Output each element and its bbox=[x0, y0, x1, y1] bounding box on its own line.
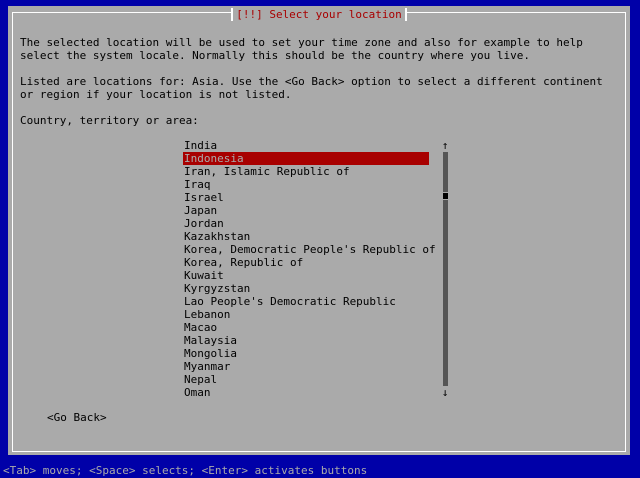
country-list-item[interactable]: India bbox=[183, 139, 429, 152]
description-line-1: The selected location will be used to se… bbox=[20, 36, 583, 49]
go-back-button[interactable]: <Go Back> bbox=[47, 411, 107, 424]
country-list-item[interactable]: Iraq bbox=[183, 178, 429, 191]
scrollbar-track[interactable] bbox=[443, 152, 448, 386]
country-list-item[interactable]: Lebanon bbox=[183, 308, 429, 321]
country-list-item[interactable]: Iran, Islamic Republic of bbox=[183, 165, 429, 178]
country-list-item[interactable]: Myanmar bbox=[183, 360, 429, 373]
dialog-titlebar: [!!] Select your location bbox=[8, 8, 630, 21]
location-dialog: [!!] Select your location The selected l… bbox=[8, 6, 630, 455]
status-bar-help-text: <Tab> moves; <Space> selects; <Enter> ac… bbox=[3, 464, 368, 477]
scrollbar-thumb[interactable] bbox=[442, 192, 449, 200]
country-list-item[interactable]: Lao People's Democratic Republic bbox=[183, 295, 429, 308]
country-list[interactable]: India Indonesia Iran, Islamic Republic of I… bbox=[183, 139, 436, 399]
country-list-item[interactable]: Nepal bbox=[183, 373, 429, 386]
dialog-title: [!!] Select your location bbox=[231, 8, 407, 21]
status-bar: <Tab> moves; <Space> selects; <Enter> ac… bbox=[0, 463, 640, 478]
country-list-item[interactable]: Japan bbox=[183, 204, 429, 217]
info-line-2: or region if your location is not listed… bbox=[20, 88, 292, 101]
country-list-item[interactable]: Jordan bbox=[183, 217, 429, 230]
country-list-item[interactable]: Kuwait bbox=[183, 269, 429, 282]
list-scrollbar[interactable]: ↑ ↓ bbox=[440, 139, 450, 399]
country-list-item[interactable]: Mongolia bbox=[183, 347, 429, 360]
country-list-item[interactable]: Korea, Democratic People's Republic of bbox=[183, 243, 436, 256]
list-label: Country, territory or area: bbox=[20, 114, 199, 127]
country-list-item[interactable]: Malaysia bbox=[183, 334, 429, 347]
country-list-item[interactable]: Kyrgyzstan bbox=[183, 282, 429, 295]
country-list-item[interactable]: Oman bbox=[183, 386, 429, 399]
info-line-1: Listed are locations for: Asia. Use the … bbox=[20, 75, 603, 88]
scroll-down-arrow-icon[interactable]: ↓ bbox=[440, 386, 450, 399]
country-list-item[interactable]: Israel bbox=[183, 191, 429, 204]
country-list-item[interactable]: Macao bbox=[183, 321, 429, 334]
country-list-item[interactable]: Korea, Republic of bbox=[183, 256, 429, 269]
country-list-item[interactable]: Kazakhstan bbox=[183, 230, 429, 243]
country-list-item[interactable]: Indonesia bbox=[183, 152, 429, 165]
scroll-up-arrow-icon[interactable]: ↑ bbox=[440, 139, 450, 152]
description-line-2: select the system locale. Normally this … bbox=[20, 49, 530, 62]
